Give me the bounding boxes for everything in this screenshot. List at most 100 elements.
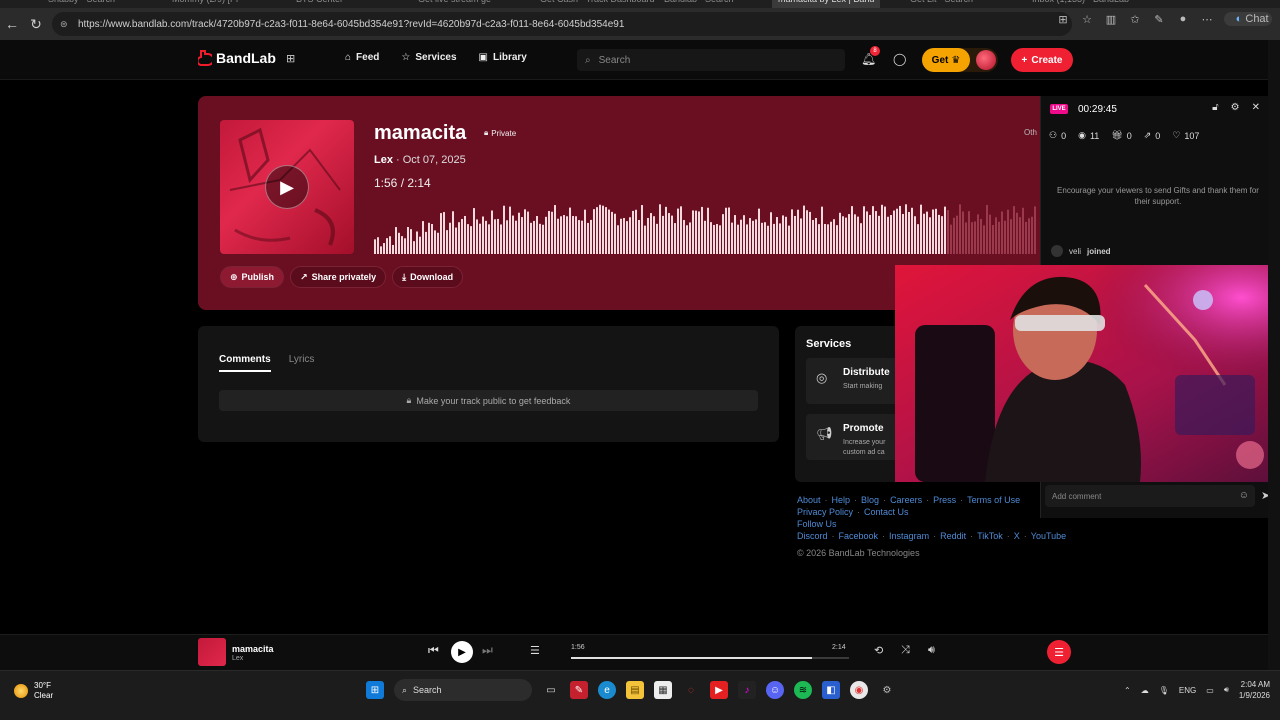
settings-icon[interactable]: ⚙ [878,681,896,699]
mic-icon[interactable]: 🎙︎ [1159,686,1169,695]
create-button[interactable]: + Create [1011,48,1073,72]
footer-link[interactable]: Careers [890,494,922,506]
progress-bar[interactable] [571,657,849,659]
reload-icon[interactable]: ↻ [24,12,48,36]
waveform-bar [833,219,835,254]
shuffle-icon[interactable]: ⤨ [901,644,910,657]
tab-lyrics[interactable]: Lyrics [289,354,315,372]
edge-icon[interactable]: e [598,681,616,699]
site-info-icon[interactable]: ⊜ [60,19,70,29]
windows-start-icon[interactable]: ⊞ [366,681,384,699]
taskbar-search[interactable]: ⌕ Search [394,679,532,701]
queue-icon[interactable]: ☰ [530,644,540,657]
next-icon[interactable]: ⏭ [482,643,493,658]
copilot-chat-button[interactable]: ◐ Chat [1224,12,1272,26]
waveform-bar [704,220,706,254]
artist-link[interactable]: Lex [374,154,393,166]
tray-overflow-icon[interactable]: ⌃ [1124,686,1131,695]
close-icon[interactable]: ✕ [1252,102,1260,113]
app-window-icon[interactable]: ◧ [822,681,840,699]
repeat-icon[interactable]: ⟲ [874,644,883,657]
back-icon[interactable]: ← [0,12,24,36]
spotify-icon[interactable]: ≋ [794,681,812,699]
download-button[interactable]: ⤓ Download [392,266,464,288]
waveform-bar [431,224,433,254]
nav-services[interactable]: ☆ Services [401,52,456,63]
volume-icon[interactable]: 🔊︎ [928,644,935,657]
file-explorer-icon[interactable]: ▤ [626,681,644,699]
favorite-icon[interactable]: ☆ [1080,12,1094,26]
footer-link[interactable]: Reddit [940,530,966,542]
weather-widget[interactable]: 30°F Clear [14,681,53,701]
extensions-icon[interactable]: ✎ [1152,12,1166,26]
browser-tab[interactable]: Mommy (2/9) [Pr [172,0,239,8]
footer-link[interactable]: Press [933,494,956,506]
live-comment-input[interactable] [1052,491,1222,501]
cover-play-button[interactable]: ▶ [265,165,309,209]
browser-tab[interactable]: Get Lit - Search [910,0,973,8]
browser-tab[interactable]: Get live stream ge [418,0,491,8]
get-membership-button[interactable]: Get ♛ [922,48,998,72]
whiteboard-icon[interactable]: ✎ [570,681,588,699]
footer-link[interactable]: TikTok [977,530,1003,542]
app-icon[interactable]: ◌ [682,681,700,699]
search-input[interactable] [598,54,819,66]
settings-icon[interactable]: ⚙ [1231,102,1240,113]
share-privately-button[interactable]: ↗ Share privately [290,266,387,288]
network-tray-icon[interactable]: ☁ [1141,686,1149,695]
favorites-icon[interactable]: ✩ [1128,12,1142,26]
split-screen-icon[interactable]: ▥ [1104,12,1118,26]
address-bar[interactable]: ⊜ https://www.bandlab.com/track/4720b97d… [52,12,1072,36]
apps-grid-icon[interactable]: ⊞ [286,52,300,66]
browser-tab-active[interactable]: mamacita by Lex | Band [772,0,881,8]
profile-icon[interactable]: ● [1176,12,1190,26]
footer-link[interactable]: Terms of Use [967,494,1020,506]
browser-tab[interactable]: Inbox (1,133) - BandLab [1032,0,1129,8]
browser-tab[interactable]: Get Cash - Track Dashboard [540,0,655,8]
lock-icon[interactable]: 🔓︎ [1212,102,1218,113]
footer-link[interactable]: About [797,494,821,506]
apps-icon[interactable]: ⊞ [1056,12,1070,26]
browser-tab[interactable]: Bandlab - Search [664,0,734,8]
player-title[interactable]: mamacita [232,644,274,654]
tab-comments[interactable]: Comments [219,354,271,372]
bandlab-logo[interactable]: BandLab [198,50,276,66]
display-icon[interactable]: ▭ [1206,686,1214,695]
nav-library[interactable]: ▣ Library [479,52,527,63]
system-clock[interactable]: 2:04 AM 1/9/2026 [1239,679,1270,701]
language-indicator[interactable]: ENG [1179,686,1196,695]
tiktok-icon[interactable]: ♪ [738,681,756,699]
discord-icon[interactable]: ☺ [766,681,784,699]
volume-tray-icon[interactable]: 🔊︎ [1224,685,1229,695]
player-artist[interactable]: Lex [232,655,243,662]
nav-feed[interactable]: ⌂ Feed [345,52,379,63]
footer-link[interactable]: Instagram [889,530,929,542]
browser-tab[interactable]: BTS Center [296,0,343,8]
footer-link[interactable]: Facebook [839,530,879,542]
task-view-icon[interactable]: ▭ [542,681,560,699]
waveform-bar [575,216,577,254]
previous-icon[interactable]: ⏮ [428,643,439,658]
waveform[interactable] [374,192,1038,254]
store-icon[interactable]: ▦ [654,681,672,699]
page-scrollbar[interactable] [1268,40,1280,670]
footer-link[interactable]: Discord [797,530,828,542]
footer-link[interactable]: Contact Us [864,506,909,518]
emoji-icon[interactable]: ☺ [1239,490,1249,501]
browser-tab[interactable]: Shabby - Search [48,0,115,8]
footer-link[interactable]: Privacy Policy [797,506,853,518]
footer-link[interactable]: Blog [861,494,879,506]
youtube-icon[interactable]: ▶ [710,681,728,699]
footer-link[interactable]: X [1014,530,1020,542]
footer-link[interactable]: YouTube [1031,530,1066,542]
publish-button[interactable]: ⊕ Publish [220,266,285,288]
player-cover[interactable] [198,638,226,666]
chrome-icon[interactable]: ◉ [850,681,868,699]
footer-link[interactable]: Help [832,494,851,506]
player-play-button[interactable]: ▶ [451,641,473,663]
player-menu-button[interactable]: ☰ [1047,640,1071,664]
more-icon[interactable]: ⋯ [1200,12,1214,26]
waveform-bar [515,220,517,254]
avatar[interactable] [976,50,996,70]
chat-bubble-icon[interactable]: ◯ [893,52,906,66]
